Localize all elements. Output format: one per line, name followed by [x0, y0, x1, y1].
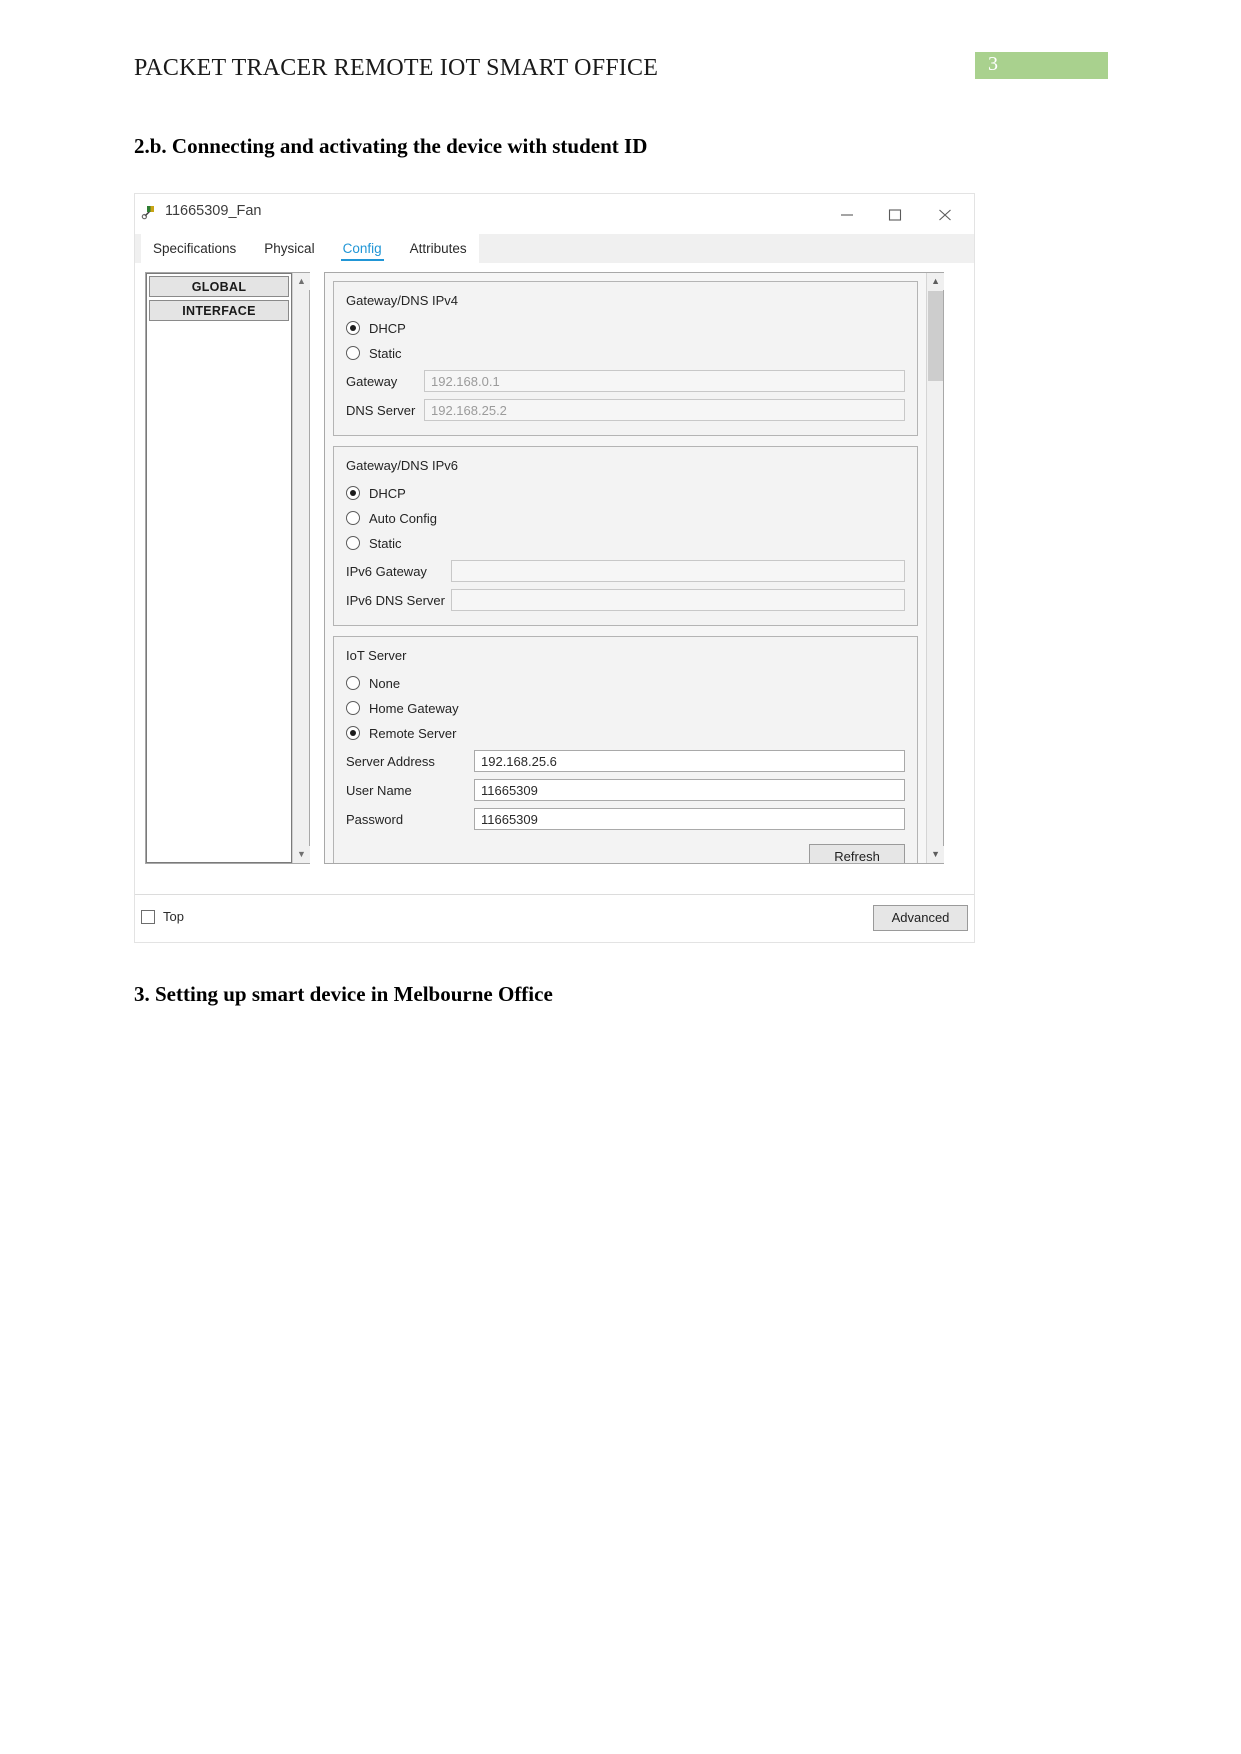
iot-remote-server-label: Remote Server [369, 725, 457, 741]
iot-server-address-input[interactable]: 192.168.25.6 [474, 750, 906, 772]
tab-specifications[interactable]: Specifications [151, 237, 238, 261]
gateway-dns-ipv6-group: Gateway/DNS IPv6 DHCP Auto Config Static [333, 446, 919, 626]
ipv4-static-radio[interactable] [346, 346, 360, 360]
ipv6-autoconfig-radio-row[interactable]: Auto Config [346, 506, 905, 530]
iot-none-label: None [369, 675, 401, 691]
iot-server-address-row: Server Address 192.168.25.6 [346, 748, 906, 774]
window-footer: Top Advanced [135, 894, 974, 942]
iot-remote-server-radio[interactable] [346, 726, 360, 740]
ipv4-gateway-label: Gateway [346, 373, 398, 389]
ipv6-gateway-label: IPv6 Gateway [346, 563, 427, 579]
ipv6-autoconfig-label: Auto Config [369, 510, 437, 526]
ipv6-gateway-row: IPv6 Gateway [346, 558, 906, 584]
iot-password-label: Password [346, 811, 404, 827]
config-pane: Gateway/DNS IPv4 DHCP Static Gateway 192… [324, 272, 945, 864]
tab-attributes[interactable]: Attributes [408, 237, 469, 261]
ipv6-dhcp-radio-row[interactable]: DHCP [346, 481, 905, 505]
tab-config[interactable]: Config [340, 237, 384, 261]
section-heading-2b: 2.b. Connecting and activating the devic… [134, 134, 648, 158]
sidebar-scrollbar[interactable]: ▲ ▼ [292, 273, 310, 863]
close-icon[interactable] [922, 194, 968, 234]
ipv6-dns-row: IPv6 DNS Server [346, 587, 906, 613]
page-number-badge: 3 [975, 52, 1108, 79]
section-heading-3: 3. Setting up smart device in Melbourne … [134, 982, 553, 1006]
ipv6-dhcp-radio[interactable] [346, 486, 360, 500]
sidebar-scroll-up-icon[interactable]: ▲ [293, 273, 310, 290]
window-titlebar: 11665309_Fan [135, 194, 974, 234]
ipv4-dns-input[interactable]: 192.168.25.2 [424, 399, 906, 421]
iot-server-address-label: Server Address [346, 753, 435, 769]
top-checkbox-row[interactable]: Top [141, 909, 184, 924]
ipv6-dhcp-label: DHCP [369, 485, 406, 501]
config-scroll-down-icon[interactable]: ▼ [927, 846, 945, 863]
top-checkbox[interactable] [141, 909, 155, 924]
iot-password-input[interactable]: 11665309 [474, 808, 906, 830]
iot-home-gateway-label: Home Gateway [369, 700, 459, 716]
page-number-text: 3 [988, 53, 998, 75]
ipv4-static-radio-row[interactable]: Static [346, 341, 905, 365]
top-checkbox-label: Top [163, 909, 184, 924]
gateway-dns-ipv4-title: Gateway/DNS IPv4 [346, 293, 458, 308]
iot-remote-server-radio-row[interactable]: Remote Server [346, 721, 905, 745]
packet-tracer-fan-icon [141, 203, 159, 221]
ipv6-static-radio-row[interactable]: Static [346, 531, 905, 555]
config-scroll-thumb[interactable] [928, 291, 944, 381]
ipv4-gateway-row: Gateway 192.168.0.1 [346, 368, 906, 394]
iot-password-row: Password 11665309 [346, 806, 906, 832]
window-title: 11665309_Fan [165, 203, 262, 219]
ipv6-static-label: Static [369, 535, 402, 551]
gateway-dns-ipv4-group: Gateway/DNS IPv4 DHCP Static Gateway 192… [333, 281, 919, 436]
ipv6-autoconfig-radio[interactable] [346, 511, 360, 525]
ipv6-static-radio[interactable] [346, 536, 360, 550]
config-scroll-up-icon[interactable]: ▲ [927, 273, 945, 290]
iot-username-row: User Name 11665309 [346, 777, 906, 803]
refresh-button[interactable]: Refresh [809, 844, 906, 863]
sidebar-item-global[interactable]: GLOBAL [149, 276, 289, 297]
iot-home-gateway-radio-row[interactable]: Home Gateway [346, 696, 905, 720]
sidebar-item-interface[interactable]: INTERFACE [149, 300, 289, 321]
maximize-icon[interactable] [872, 194, 918, 234]
page-title: PACKET TRACER REMOTE IOT SMART OFFICE [134, 55, 659, 81]
ipv4-static-label: Static [369, 345, 402, 361]
window-body: GLOBAL INTERFACE ▲ ▼ Gateway/DNS IPv4 DH… [135, 264, 974, 894]
config-sidebar: GLOBAL INTERFACE ▲ ▼ [145, 272, 310, 864]
ipv4-dhcp-radio-row[interactable]: DHCP [346, 316, 905, 340]
iot-none-radio[interactable] [346, 676, 360, 690]
iot-username-label: User Name [346, 782, 412, 798]
tab-physical[interactable]: Physical [262, 237, 316, 261]
config-scroll-area: Gateway/DNS IPv4 DHCP Static Gateway 192… [325, 273, 926, 863]
ipv4-dhcp-radio[interactable] [346, 321, 360, 335]
ipv4-dns-label: DNS Server [346, 402, 416, 418]
ipv6-gateway-input[interactable] [451, 560, 906, 582]
sidebar-list: GLOBAL INTERFACE [146, 273, 292, 863]
iot-home-gateway-radio[interactable] [346, 701, 360, 715]
ipv4-gateway-input[interactable]: 192.168.0.1 [424, 370, 906, 392]
sidebar-scroll-down-icon[interactable]: ▼ [293, 846, 310, 863]
iot-server-title: IoT Server [346, 648, 407, 663]
config-scrollbar[interactable]: ▲ ▼ [926, 273, 945, 863]
advanced-button[interactable]: Advanced [873, 905, 968, 931]
iot-username-input[interactable]: 11665309 [474, 779, 906, 801]
minimize-icon[interactable] [824, 194, 870, 234]
ipv6-dns-label: IPv6 DNS Server [346, 592, 445, 608]
packet-tracer-device-window: 11665309_Fan Specifications Physical Con… [134, 193, 975, 943]
gateway-dns-ipv6-title: Gateway/DNS IPv6 [346, 458, 458, 473]
iot-server-group: IoT Server None Home Gateway Remote Serv… [333, 636, 919, 863]
ipv6-dns-input[interactable] [451, 589, 906, 611]
ipv4-dhcp-label: DHCP [369, 320, 406, 336]
ipv4-dns-row: DNS Server 192.168.25.2 [346, 397, 906, 423]
tab-strip: Specifications Physical Config Attribute… [135, 234, 974, 264]
iot-none-radio-row[interactable]: None [346, 671, 905, 695]
document-header: PACKET TRACER REMOTE IOT SMART OFFICE 3 [0, 52, 1241, 99]
